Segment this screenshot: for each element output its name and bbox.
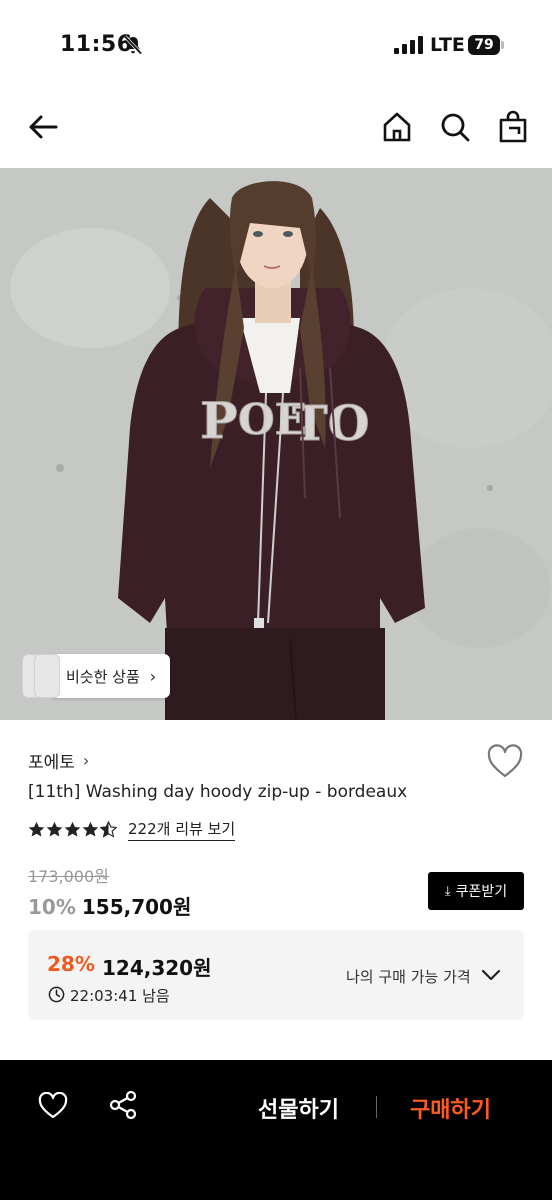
discount-rate: 10%	[28, 895, 76, 919]
divider	[376, 1096, 377, 1118]
product-title: [11th] Washing day hoody zip-up - bordea…	[28, 782, 408, 802]
gift-button[interactable]: 선물하기	[258, 1092, 339, 1124]
my-price-panel[interactable]: 28% 124,320원 22:03:41 남음 나의 구매 가능 가격	[28, 930, 524, 1020]
download-icon: ⤓	[444, 883, 451, 899]
my-price-value: 124,320원	[102, 956, 212, 980]
chevron-down-icon[interactable]	[480, 966, 502, 984]
wishlist-heart-icon[interactable]	[486, 744, 524, 780]
star-icon	[64, 821, 81, 837]
status-bar: 11:56 LTE 79	[0, 0, 552, 90]
battery-icon: 79	[468, 35, 504, 55]
rating-row: 222개 리뷰 보기	[28, 818, 236, 841]
review-link[interactable]: 222개 리뷰 보기	[128, 818, 236, 841]
my-price-label: 나의 구매 가능 가격	[346, 968, 471, 986]
rating-stars	[28, 821, 118, 838]
chevron-right-icon: ›	[149, 666, 157, 686]
star-icon	[28, 821, 45, 837]
similar-label: 비슷한 상품	[66, 667, 140, 686]
svg-text:OE: OE	[238, 395, 307, 444]
wishlist-heart-icon[interactable]	[38, 1092, 68, 1120]
svg-text:P: P	[200, 391, 238, 450]
star-icon	[82, 821, 99, 837]
signal-icon	[394, 36, 423, 54]
sale-price: 155,700원	[81, 895, 192, 919]
bottom-action-bar: 선물하기 구매하기	[0, 1060, 552, 1200]
similar-pill[interactable]: 비슷한 상품 ›	[50, 654, 171, 698]
bell-off-icon	[123, 35, 143, 55]
back-arrow-icon[interactable]	[26, 110, 60, 144]
brand-link[interactable]: 포에토 ›	[28, 748, 89, 773]
coupon-button[interactable]: ⤓ 쿠폰받기	[428, 872, 524, 910]
battery-level: 79	[468, 35, 500, 55]
home-icon[interactable]	[380, 110, 414, 144]
chevron-right-icon: ›	[82, 751, 90, 770]
clock-icon	[48, 986, 65, 1003]
model-photo: P TO OE	[0, 168, 552, 720]
similar-thumbnails	[22, 654, 62, 698]
star-half-icon	[100, 821, 117, 838]
buy-button[interactable]: 구매하기	[410, 1092, 491, 1124]
search-icon[interactable]	[438, 110, 472, 144]
price-row: 10% 155,700원	[28, 891, 191, 920]
brand-name: 포에토	[28, 753, 75, 773]
top-nav	[0, 100, 552, 156]
share-icon[interactable]	[108, 1090, 138, 1120]
network-label: LTE	[430, 34, 465, 56]
coupon-label: 쿠폰받기	[455, 884, 508, 900]
product-image[interactable]: P TO OE 비슷한 상품 ›	[0, 168, 552, 720]
similar-products-button[interactable]: 비슷한 상품 ›	[22, 654, 171, 698]
shopping-bag-icon[interactable]	[496, 110, 530, 144]
star-icon	[46, 821, 63, 837]
countdown-timer: 22:03:41 남음	[70, 987, 170, 1005]
original-price: 173,000원	[28, 867, 109, 886]
my-discount-rate: 28%	[47, 952, 95, 976]
